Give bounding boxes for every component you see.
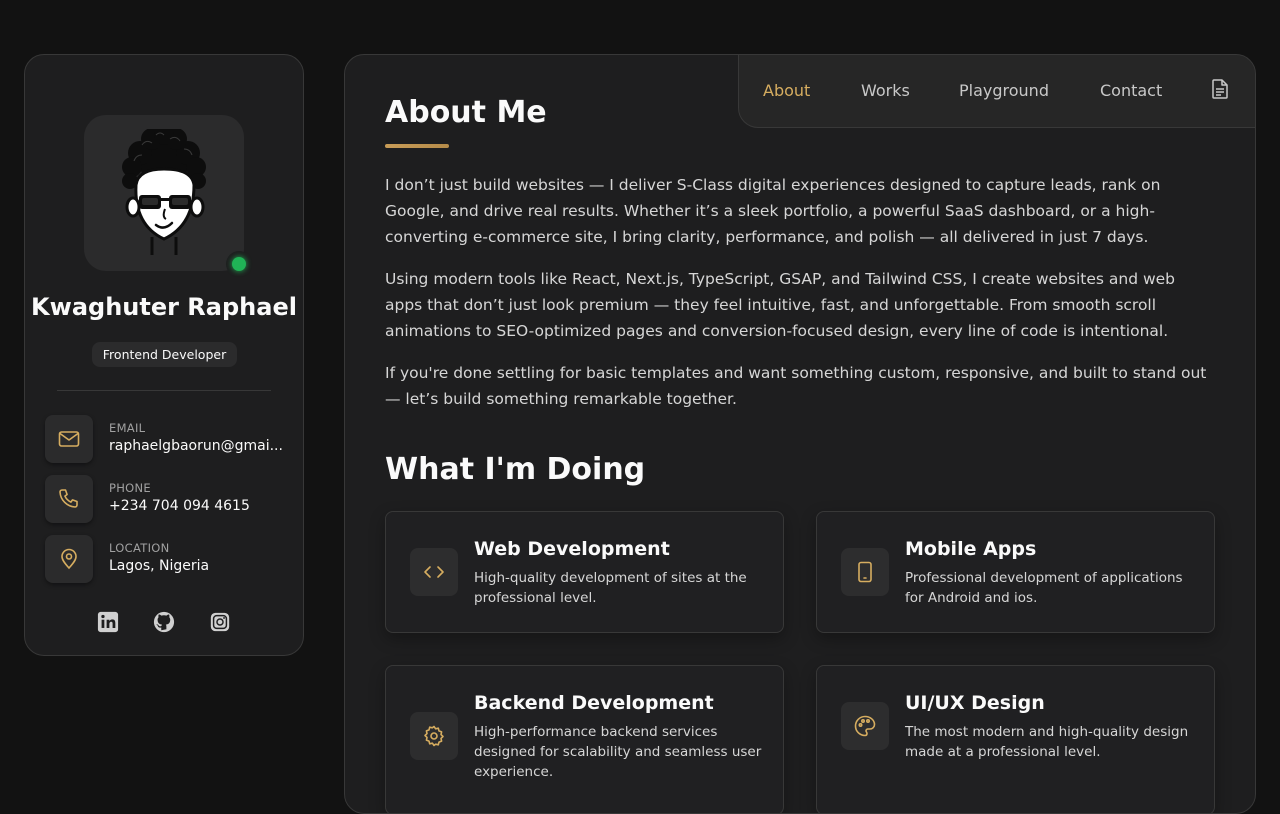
- service-card-mobile: Mobile Apps Professional development of …: [816, 511, 1215, 633]
- avatar-illustration-icon: [122, 129, 206, 255]
- location-pin-icon: [45, 535, 93, 583]
- nav-contact[interactable]: Contact: [1100, 81, 1162, 100]
- document-icon[interactable]: [1211, 79, 1229, 103]
- location-label: LOCATION: [109, 541, 170, 555]
- avatar: [84, 115, 252, 277]
- mobile-icon: [841, 548, 889, 596]
- mail-icon: [45, 415, 93, 463]
- contact-location: LOCATION Lagos, Nigeria: [45, 535, 285, 583]
- linkedin-icon[interactable]: [97, 611, 121, 635]
- service-title: UI/UX Design: [905, 692, 1045, 714]
- role-badge: Frontend Developer: [92, 342, 237, 367]
- contact-phone: PHONE +234 704 094 4615: [45, 475, 285, 523]
- about-paragraph-1: I don’t just build websites — I deliver …: [385, 176, 1161, 246]
- instagram-icon[interactable]: [209, 611, 233, 635]
- main-content: About Works Playground Contact About Me …: [344, 54, 1256, 814]
- service-title: Mobile Apps: [905, 538, 1037, 560]
- service-description: High-performance backend services design…: [474, 724, 762, 780]
- service-title: Web Development: [474, 538, 670, 560]
- email-label: EMAIL: [109, 421, 146, 435]
- heading-underline: [385, 144, 449, 148]
- gear-icon: [410, 712, 458, 760]
- about-paragraph-2: Using modern tools like React, Next.js, …: [385, 270, 1176, 340]
- service-description: The most modern and high-quality design …: [905, 724, 1189, 760]
- about-paragraph-3: If you're done settling for basic templa…: [385, 364, 1207, 408]
- phone-label: PHONE: [109, 481, 152, 495]
- service-description: Professional development of applications…: [905, 570, 1183, 606]
- doing-heading: What I'm Doing: [385, 452, 646, 487]
- palette-icon: [841, 702, 889, 750]
- profile-name: Kwaghuter Raphael: [31, 293, 297, 321]
- nav-playground[interactable]: Playground: [959, 81, 1049, 100]
- service-card-backend: Backend Development High-performance bac…: [385, 665, 784, 813]
- service-title: Backend Development: [474, 692, 714, 714]
- service-card-uiux: UI/UX Design The most modern and high-qu…: [816, 665, 1215, 813]
- top-navbar: About Works Playground Contact: [738, 55, 1255, 128]
- online-status-indicator: [226, 251, 252, 277]
- sidebar-divider: [57, 390, 271, 391]
- contact-email: EMAIL raphaelgbaorun@gmai...: [45, 415, 285, 463]
- location-value: Lagos, Nigeria: [109, 558, 210, 574]
- email-link[interactable]: raphaelgbaorun@gmai...: [109, 438, 285, 454]
- phone-link[interactable]: +234 704 094 4615: [109, 498, 285, 514]
- nav-works[interactable]: Works: [861, 81, 910, 100]
- profile-sidebar: Kwaghuter Raphael Frontend Developer EMA…: [24, 54, 304, 656]
- social-links: [97, 611, 233, 635]
- nav-about[interactable]: About: [763, 81, 810, 100]
- phone-icon: [45, 475, 93, 523]
- code-icon: [410, 548, 458, 596]
- about-heading: About Me: [385, 95, 547, 130]
- github-icon[interactable]: [153, 611, 177, 635]
- service-description: High-quality development of sites at the…: [474, 570, 747, 606]
- service-card-web: Web Development High-quality development…: [385, 511, 784, 633]
